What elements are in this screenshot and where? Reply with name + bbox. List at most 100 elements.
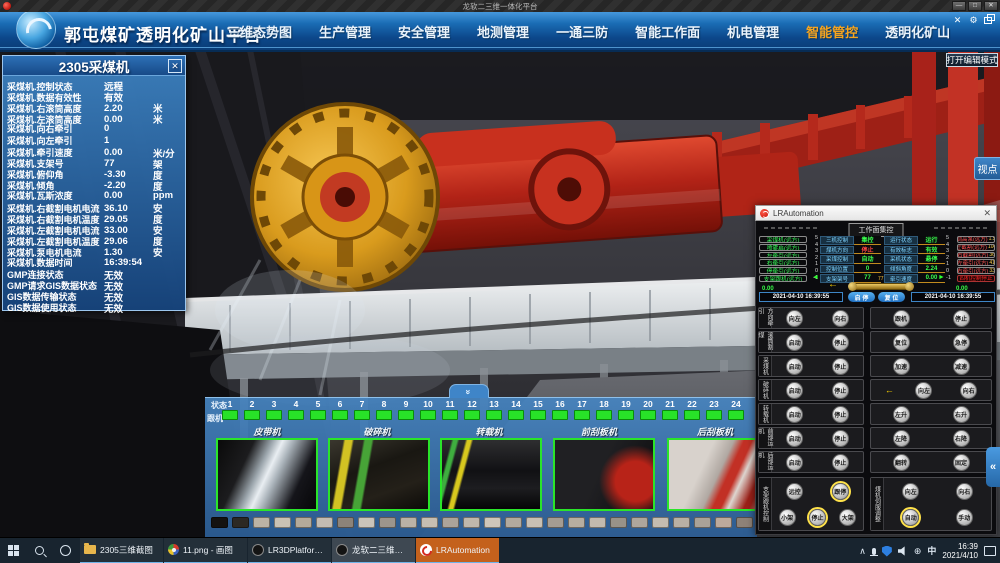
start-button[interactable]: [0, 538, 26, 563]
support-status-indicator[interactable]: [662, 410, 678, 420]
support-status-indicator[interactable]: [398, 410, 414, 420]
control-button[interactable]: 翻转: [893, 454, 910, 471]
taskbar-app-button[interactable]: 11.png - 画图: [164, 538, 247, 563]
support-status-indicator[interactable]: [464, 410, 480, 420]
security-shield-icon[interactable]: [882, 546, 892, 557]
control-button[interactable]: 手动: [956, 509, 973, 526]
taskbar-app-button[interactable]: LR3DPlatform - U...: [248, 538, 331, 563]
control-button[interactable]: 跟机: [893, 310, 910, 327]
support-status-indicator[interactable]: [442, 410, 458, 420]
os-titlebar[interactable]: 龙软二三维一体化平台 — □ ✕: [0, 0, 1000, 12]
filmstrip-frame[interactable]: [652, 517, 669, 528]
control-button[interactable]: 右降: [953, 430, 970, 447]
tray-expand-icon[interactable]: ∧: [859, 546, 866, 556]
workface-control-tab[interactable]: 工作面集控: [849, 223, 904, 237]
control-button[interactable]: 向右: [832, 310, 849, 327]
reset-button[interactable]: 复 位: [878, 292, 905, 302]
ime-indicator[interactable]: 中: [927, 546, 936, 556]
close-button[interactable]: ✕: [984, 1, 998, 11]
control-button[interactable]: 启动: [786, 406, 803, 423]
control-button[interactable]: 右升: [953, 406, 970, 423]
taskbar-app-button[interactable]: 2305三维截图: [80, 538, 163, 563]
viewpoint-tab[interactable]: 视点: [974, 157, 1000, 180]
control-button[interactable]: 左升: [893, 406, 910, 423]
control-button[interactable]: 停止: [832, 334, 849, 351]
control-button[interactable]: 减速: [953, 358, 970, 375]
nav-menu-item[interactable]: 机电管理: [727, 22, 779, 41]
nav-menu-item[interactable]: 生产管理: [319, 22, 371, 41]
support-status-indicator[interactable]: [706, 410, 722, 420]
panel-close-icon[interactable]: ✕: [168, 59, 182, 73]
control-button[interactable]: 向左: [915, 382, 932, 399]
lrautomation-titlebar[interactable]: LRAutomation ✕: [755, 205, 997, 221]
open-edit-mode-button[interactable]: 打开编辑模式: [946, 53, 998, 67]
control-button[interactable]: 跟停: [832, 483, 849, 500]
support-status-indicator[interactable]: [508, 410, 524, 420]
control-button[interactable]: 停止: [953, 310, 970, 327]
control-button[interactable]: 停止: [832, 406, 849, 423]
support-status-indicator[interactable]: [310, 410, 326, 420]
filmstrip-frame[interactable]: [568, 517, 585, 528]
restore-layout-icon[interactable]: [983, 14, 996, 26]
support-status-indicator[interactable]: [288, 410, 304, 420]
camera-thumbnail[interactable]: [667, 438, 757, 511]
support-status-indicator[interactable]: [552, 410, 568, 420]
control-button[interactable]: 停止: [832, 454, 849, 471]
control-button[interactable]: 向右: [960, 382, 977, 399]
camera-thumbnail[interactable]: [328, 438, 430, 511]
nav-menu-item[interactable]: 地测管理: [477, 22, 529, 41]
support-status-indicator[interactable]: [222, 410, 238, 420]
filmstrip-frame[interactable]: [694, 517, 711, 528]
support-status-indicator[interactable]: [486, 410, 502, 420]
cortana-icon[interactable]: [52, 538, 78, 563]
filmstrip-frame[interactable]: [442, 517, 459, 528]
support-status-indicator[interactable]: [266, 410, 282, 420]
network-globe-icon[interactable]: ⊕: [914, 546, 922, 556]
filmstrip-frame[interactable]: [421, 517, 438, 528]
remote-command-button[interactable]: 调高泵(远方) 1.5: [957, 236, 995, 243]
filmstrip-frame[interactable]: [232, 517, 249, 528]
support-status-indicator[interactable]: [332, 410, 348, 420]
control-button[interactable]: 启动: [786, 430, 803, 447]
search-icon[interactable]: [26, 538, 52, 563]
control-button[interactable]: 固定: [953, 454, 970, 471]
filmstrip-frame[interactable]: [610, 517, 627, 528]
nav-menu-item[interactable]: 智能管控: [806, 22, 858, 41]
filmstrip-frame[interactable]: [337, 517, 354, 528]
nav-menu-item[interactable]: 智能工作面: [635, 22, 700, 41]
support-status-indicator[interactable]: [728, 410, 744, 420]
clock[interactable]: 16:39 2021/4/10: [942, 542, 978, 560]
control-button[interactable]: 自动: [902, 509, 919, 526]
filmstrip-frame[interactable]: [316, 517, 333, 528]
control-button[interactable]: 启动: [786, 358, 803, 375]
remote-command-button[interactable]: 左截割(远方) 100: [957, 244, 995, 251]
control-button[interactable]: 向右: [956, 483, 973, 500]
camera-panel-collapse-tab[interactable]: »: [449, 384, 489, 398]
filmstrip-frame[interactable]: [715, 517, 732, 528]
remote-command-button[interactable]: 四机控制停止: [957, 275, 995, 282]
notification-center-icon[interactable]: [984, 546, 996, 556]
filmstrip-frame[interactable]: [295, 517, 312, 528]
filmstrip-frame[interactable]: [673, 517, 690, 528]
control-button[interactable]: 向左: [902, 483, 919, 500]
filmstrip-frame[interactable]: [400, 517, 417, 528]
support-status-indicator[interactable]: [530, 410, 546, 420]
support-status-indicator[interactable]: [420, 410, 436, 420]
start-stop-button[interactable]: 启 停: [848, 292, 875, 302]
filmstrip-frame[interactable]: [631, 517, 648, 528]
filmstrip-frame[interactable]: [358, 517, 375, 528]
filmstrip-frame[interactable]: [484, 517, 501, 528]
nav-menu-item[interactable]: 透明化矿山: [885, 22, 950, 41]
taskbar-app-button[interactable]: 龙软二三维一体化...: [332, 538, 415, 563]
settings-gear-icon[interactable]: ⚙: [967, 14, 980, 26]
filmstrip-frame[interactable]: [589, 517, 606, 528]
lrautomation-close-icon[interactable]: ✕: [983, 208, 991, 219]
remote-command-button[interactable]: 右牵引(远方) 33: [957, 267, 995, 274]
camera-thumbnail[interactable]: [216, 438, 318, 511]
support-status-indicator[interactable]: [596, 410, 612, 420]
filmstrip-frame[interactable]: [211, 517, 228, 528]
remote-command-button[interactable]: 左牵引(远方) 41: [957, 259, 995, 266]
control-button[interactable]: 小架: [779, 509, 796, 526]
support-status-indicator[interactable]: [376, 410, 392, 420]
remote-command-button[interactable]: 左牵引(远方): [759, 252, 807, 259]
